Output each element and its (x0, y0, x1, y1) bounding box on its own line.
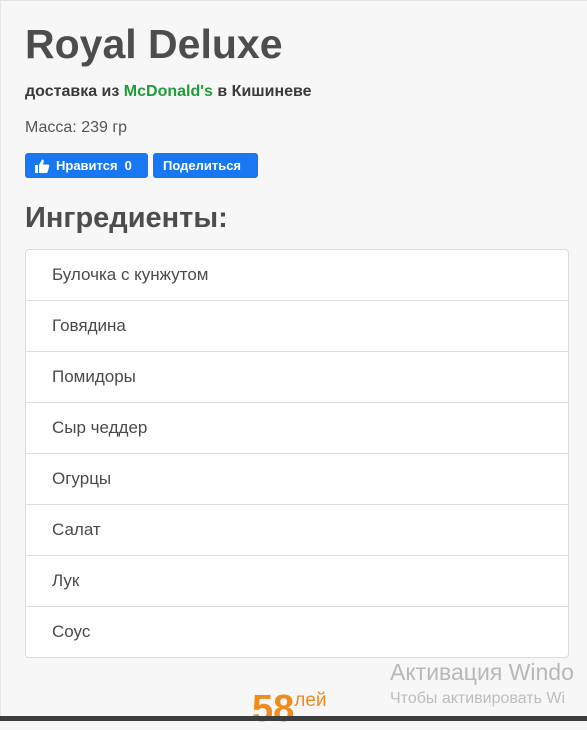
price: 58лей (252, 690, 327, 728)
list-item: Лук (26, 555, 568, 606)
like-button[interactable]: Нравится 0 (25, 153, 148, 178)
delivery-suffix: в Кишиневе (217, 83, 312, 100)
ingredients-list: Булочка с кунжутом Говядина Помидоры Сыр… (25, 249, 569, 658)
activation-watermark-subtitle: Чтобы активировать Wi (390, 690, 566, 707)
thumbs-up-icon (34, 158, 50, 174)
footer-bar (0, 716, 587, 721)
brand-link[interactable]: McDonald's (124, 83, 213, 100)
product-title: Royal Deluxe (25, 21, 283, 67)
list-item: Огурцы (26, 453, 568, 504)
price-value: 58 (252, 688, 295, 730)
list-item: Булочка с кунжутом (52, 265, 209, 284)
left-border (0, 0, 1, 721)
list-item: Говядина (26, 300, 568, 351)
activation-watermark-title: Активация Windo (390, 659, 574, 685)
list-item: Сыр чеддер (26, 402, 568, 453)
like-label: Нравится (56, 158, 118, 173)
delivery-line: доставка из McDonald's в Кишиневе (25, 83, 312, 101)
price-currency: лей (294, 690, 327, 711)
like-count: 0 (124, 158, 132, 173)
ingredients-heading: Ингредиенты: (25, 202, 228, 234)
product-mass: Масса: 239 гр (25, 119, 128, 136)
list-item: Помидоры (26, 351, 568, 402)
list-item: Соус (26, 606, 568, 657)
share-label: Поделиться (163, 158, 242, 173)
delivery-prefix: доставка из (25, 83, 120, 100)
top-border (0, 0, 587, 1)
list-item: Салат (26, 504, 568, 555)
share-button[interactable]: Поделиться (153, 153, 258, 178)
